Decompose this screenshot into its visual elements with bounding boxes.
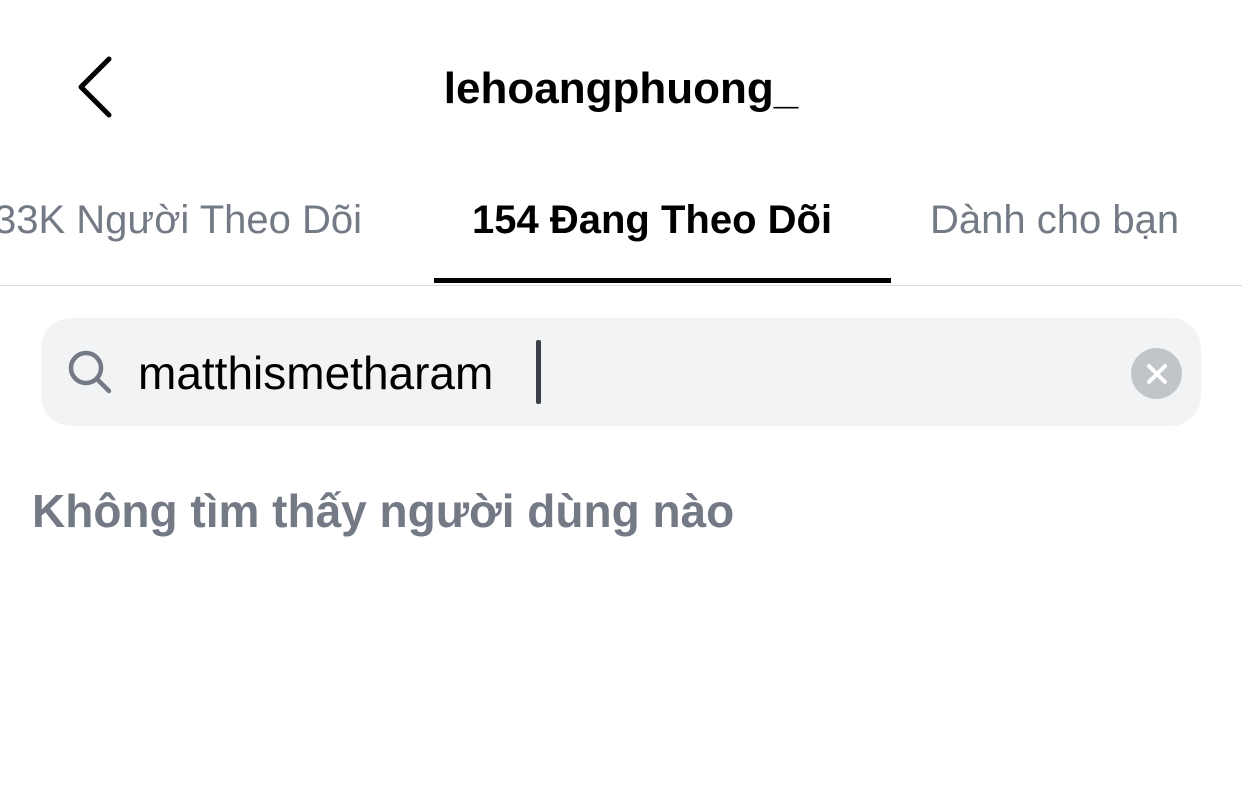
tab-followers[interactable]: 33K Người Theo Dõi (0, 192, 362, 248)
close-icon (1146, 363, 1167, 384)
text-caret (536, 340, 541, 404)
clear-search-button[interactable] (1131, 348, 1182, 399)
tab-following[interactable]: 154 Đang Theo Dõi (472, 192, 832, 248)
active-tab-indicator (434, 278, 891, 283)
search-input[interactable] (138, 342, 1098, 404)
following-search-screen: lehoangphuong_ 33K Người Theo Dõi 154 Đa… (0, 0, 1242, 807)
page-title: lehoangphuong_ (443, 64, 799, 113)
tab-bar: 33K Người Theo Dõi 154 Đang Theo Dõi Dàn… (0, 170, 1242, 286)
header: lehoangphuong_ (0, 0, 1242, 170)
tab-for-you[interactable]: Dành cho bạn (930, 192, 1179, 248)
empty-results-message: Không tìm thấy người dùng nào (32, 485, 735, 537)
search-icon (68, 350, 112, 394)
